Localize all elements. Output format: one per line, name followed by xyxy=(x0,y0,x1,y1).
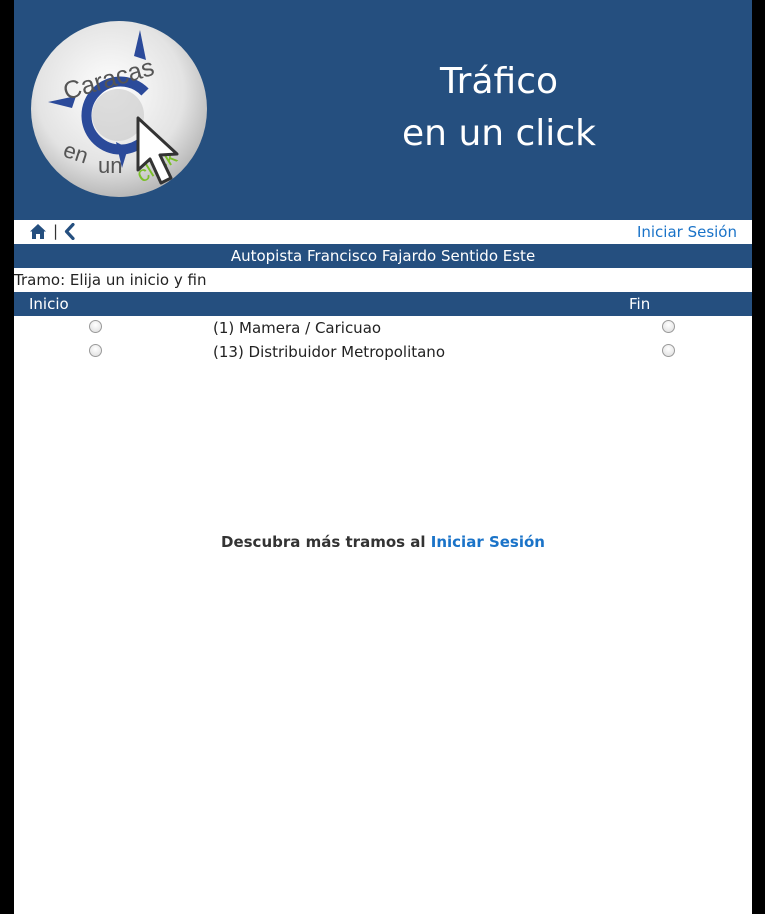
discover-login-link[interactable]: Iniciar Sesión xyxy=(431,533,545,551)
road-title: Autopista Francisco Fajardo Sentido Este xyxy=(14,244,752,268)
nav-bar: | Iniciar Sesión xyxy=(14,220,752,244)
segment-label: (1) Mamera / Caricuao xyxy=(213,319,382,337)
svg-text:un: un xyxy=(98,153,122,178)
column-start: Inicio xyxy=(29,295,69,313)
start-radio[interactable] xyxy=(89,344,102,357)
header: Caracas en un click Tráfico en un click xyxy=(14,0,752,220)
chevron-left-icon[interactable] xyxy=(63,223,77,240)
segment-row: (13) Distribuidor Metropolitano xyxy=(14,340,752,364)
tramo-label: Tramo: Elija un inicio y fin xyxy=(14,271,207,289)
page: Caracas en un click Tráfico en un click … xyxy=(14,0,752,914)
segment-label: (13) Distribuidor Metropolitano xyxy=(213,343,445,361)
columns-header: Inicio Fin xyxy=(14,292,752,316)
title-line-1: Tráfico xyxy=(439,61,559,102)
discover-message: Descubra más tramos al Iniciar Sesión xyxy=(14,533,752,551)
start-radio[interactable] xyxy=(89,320,102,333)
home-icon[interactable] xyxy=(29,223,47,240)
discover-text: Descubra más tramos al xyxy=(221,533,431,551)
end-radio[interactable] xyxy=(662,320,675,333)
nav-separator: | xyxy=(53,222,59,240)
site-title: Tráfico en un click xyxy=(344,56,654,160)
title-line-2: en un click xyxy=(402,113,596,154)
column-end: Fin xyxy=(629,295,651,313)
end-radio[interactable] xyxy=(662,344,675,357)
login-link[interactable]: Iniciar Sesión xyxy=(637,223,737,241)
caracas-logo[interactable]: Caracas en un click xyxy=(30,20,210,200)
segment-row: (1) Mamera / Caricuao xyxy=(14,316,752,340)
